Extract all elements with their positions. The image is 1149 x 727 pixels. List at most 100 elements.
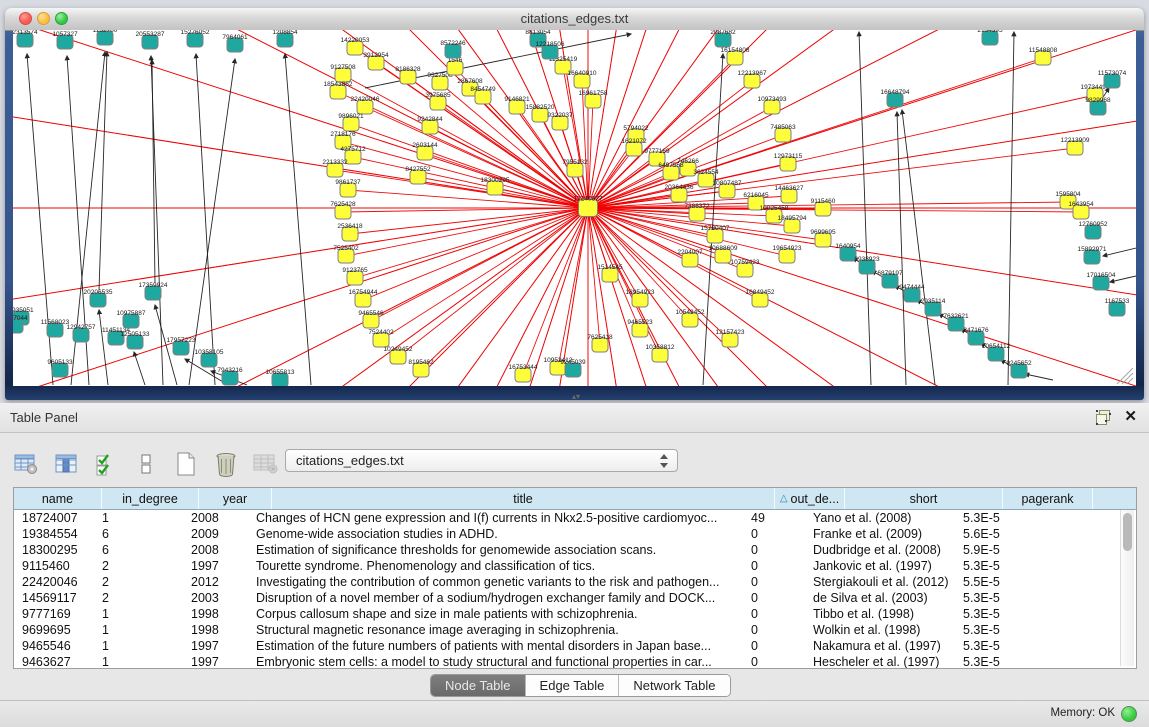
close-panel-icon[interactable]: ✕ (1124, 408, 1137, 426)
node-label: 16849452 (746, 289, 775, 296)
create-column-button[interactable] (173, 451, 199, 477)
table-row[interactable]: 1830029562008Estimation of significance … (14, 542, 1136, 558)
table-cell: 9463627 (14, 655, 94, 669)
table-cell: 1997 (183, 559, 248, 573)
table-cell: Wolkin et al. (1998) (805, 623, 955, 637)
table-row[interactable]: 1938455462009Genome-wide association stu… (14, 526, 1136, 542)
tab-node-table[interactable]: Node Table (431, 675, 526, 696)
table-cell: 2 (94, 591, 183, 605)
table-cell: 0 (743, 639, 805, 653)
node-label: 15276052 (181, 30, 210, 36)
node-label: 10688609 (709, 245, 738, 252)
node-label: 11568023 (41, 319, 70, 326)
graph-edge (99, 310, 108, 385)
table-cell: 0 (743, 591, 805, 605)
graph-edge (859, 32, 871, 385)
graph-edge (350, 208, 588, 234)
delete-table-button[interactable] (253, 451, 279, 477)
column-header-out_de[interactable]: △out_de... (775, 488, 845, 509)
node-label: 16961758 (579, 90, 608, 97)
table-row[interactable]: 946362711997Embryonic stem cells: a mode… (14, 654, 1136, 669)
table-cell: 0 (743, 607, 805, 621)
table-cell: 22420046 (14, 575, 94, 589)
graph-edge (348, 190, 588, 208)
node-label: 9123765 (342, 267, 368, 274)
table-scrollbar[interactable] (1120, 510, 1134, 666)
citation-graph[interactable]: 3912954142200539127508185438622242004698… (13, 30, 1136, 386)
node-label: 2935114 (921, 298, 946, 305)
table-row[interactable]: 1872400712008Changes of HCN gene express… (14, 510, 1136, 526)
node-label: 2867608 (457, 78, 483, 85)
table-cell: Corpus callosum shape and size in male p… (248, 607, 743, 621)
column-header-in_degree[interactable]: in_degree (102, 488, 199, 509)
table-cell: Jankovic et al. (1997) (805, 559, 955, 573)
table-cell: 2008 (183, 543, 248, 557)
table-cell: 1 (94, 511, 183, 525)
column-header-title[interactable]: title (272, 488, 775, 509)
column-header-pagerank[interactable]: pagerank (1003, 488, 1093, 509)
table-cell: Nakamura et al. (1997) (805, 639, 955, 653)
table-cell: Changes of HCN gene expression and I(f) … (248, 511, 743, 525)
column-header-short[interactable]: short (845, 488, 1003, 509)
column-visibility-button[interactable] (53, 451, 79, 477)
tab-network-table[interactable]: Network Table (619, 675, 729, 696)
table-cell: 0 (743, 575, 805, 589)
table-row[interactable]: 911546021997Tourette syndrome. Phenomeno… (14, 558, 1136, 574)
node-label: 12157423 (716, 329, 745, 336)
column-header-year[interactable]: year (199, 488, 272, 509)
float-panel-icon[interactable] (1096, 410, 1111, 425)
network-table-select[interactable]: citations_edges.txt (285, 449, 678, 472)
table-row[interactable]: 969969511998Structural magnetic resonanc… (14, 622, 1136, 638)
network-canvas[interactable]: 3912954142200539127508185438622242004698… (13, 30, 1136, 386)
node-label: 3624554 (693, 169, 719, 176)
table-cell: 9699695 (14, 623, 94, 637)
node-label: 16154808 (721, 47, 750, 54)
node-label: 12213967 (738, 70, 767, 77)
node-label: 18300295 (481, 177, 510, 184)
node-label: 17240877 (574, 196, 603, 203)
node-table[interactable]: namein_degreeyeartitle△out_de...shortpag… (13, 487, 1137, 669)
table-cell: 5.6E-5 (955, 527, 1037, 541)
node-label: 2087682 (710, 30, 736, 36)
node-label: 11548808 (1029, 47, 1058, 54)
node-label: 20553287 (136, 31, 165, 38)
row-height-button[interactable] (133, 451, 159, 477)
table-cell: Dudbridge et al. (2008) (805, 543, 955, 557)
node-label: 9605133 (47, 359, 73, 366)
table-row[interactable]: 977716911998Corpus callosum shape and si… (14, 606, 1136, 622)
delete-column-button[interactable] (213, 451, 239, 477)
table-cell: 5.3E-5 (955, 559, 1037, 573)
node-label: 9322037 (547, 112, 573, 119)
node-label: 9699695 (810, 229, 836, 236)
node-label: 7386372 (684, 203, 710, 210)
memory-ok-icon (1121, 706, 1137, 722)
node-label: 9115460 (811, 198, 836, 205)
tab-edge-table[interactable]: Edge Table (526, 675, 620, 696)
node-label: 17016504 (1087, 272, 1116, 279)
table-cell: 2 (94, 575, 183, 589)
panel-resize-handle[interactable]: ▴▾ (570, 393, 582, 401)
scrollbar-thumb[interactable] (1123, 513, 1132, 551)
table-row[interactable]: 1456911722003Disruption of a novel membe… (14, 590, 1136, 606)
window-titlebar[interactable]: citations_edges.txt (5, 8, 1144, 31)
node-label: 18954923 (626, 289, 655, 296)
table-row[interactable]: 2242004622012Investigating the contribut… (14, 574, 1136, 590)
node-label: 8938923 (854, 256, 880, 263)
table-cell: Franke et al. (2009) (805, 527, 955, 541)
node-label: 8454749 (470, 86, 496, 93)
node-label: 16640910 (568, 70, 597, 77)
node-label: 9829968 (1085, 97, 1111, 104)
table-row[interactable]: 946554611997Estimation of the future num… (14, 638, 1136, 654)
select-rows-button[interactable] (93, 451, 119, 477)
table-cell: Estimation of the future numbers of pati… (248, 639, 743, 653)
node-label: 7943216 (217, 367, 243, 374)
node-label: 2718176 (330, 131, 356, 138)
node-label: 1514545 (597, 264, 623, 271)
table-mode-button[interactable] (13, 451, 39, 477)
node-label: 1057327 (52, 31, 78, 38)
node-label: 2204007 (677, 249, 703, 256)
table-cell: 5.3E-5 (955, 511, 1037, 525)
table-cell: 5.3E-5 (955, 655, 1037, 669)
table-cell: 19384554 (14, 527, 94, 541)
column-header-name[interactable]: name (14, 488, 102, 509)
